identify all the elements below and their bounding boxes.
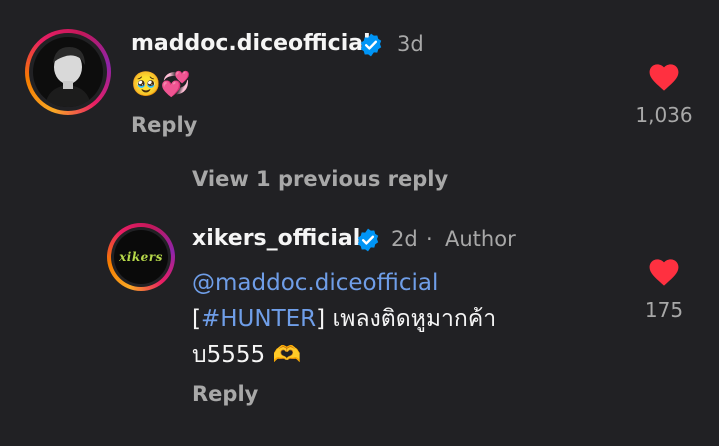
reply-text-line-1: @maddoc.diceofficial — [192, 265, 496, 301]
reply-text-line-3: บ5555 🫶 — [192, 342, 302, 368]
bracket-open: [ — [192, 306, 201, 332]
reply-username[interactable]: xikers_official — [192, 226, 360, 251]
reply-text: @maddoc.diceofficial [#HUNTER] เพลงติดหู… — [192, 265, 496, 373]
view-previous-replies-button[interactable]: View 1 previous reply — [192, 167, 448, 191]
reply-text-line-2: [#HUNTER] เพลงติดหูมากค้า — [192, 301, 496, 337]
reply-timestamp: 2d — [391, 227, 418, 251]
verified-badge-icon — [360, 33, 382, 57]
mention-link[interactable]: @maddoc.diceofficial — [192, 270, 438, 296]
comment-text: 🥹💞 — [131, 70, 191, 98]
avatar-logo: xikers — [114, 230, 168, 284]
hashtag-link[interactable]: #HUNTER — [201, 306, 316, 332]
reply-text-thai: ] เพลงติดหูมากค้า — [316, 306, 497, 332]
reply-button[interactable]: Reply — [192, 382, 258, 406]
meta-separator: · — [426, 227, 433, 251]
heart-icon[interactable] — [647, 255, 681, 287]
avatar[interactable]: xikers — [107, 223, 175, 291]
avatar[interactable] — [25, 29, 111, 115]
comment-timestamp: 3d — [397, 32, 424, 56]
comment-username[interactable]: maddoc.diceofficial — [131, 31, 371, 56]
avatar-photo — [33, 37, 103, 107]
like-count: 1,036 — [635, 103, 693, 127]
verified-badge-icon — [357, 228, 379, 252]
like-count: 175 — [644, 298, 684, 322]
author-label: Author — [445, 227, 516, 251]
avatar-logo-text: xikers — [119, 250, 163, 264]
heart-icon[interactable] — [647, 60, 681, 92]
reply-button[interactable]: Reply — [131, 113, 197, 137]
